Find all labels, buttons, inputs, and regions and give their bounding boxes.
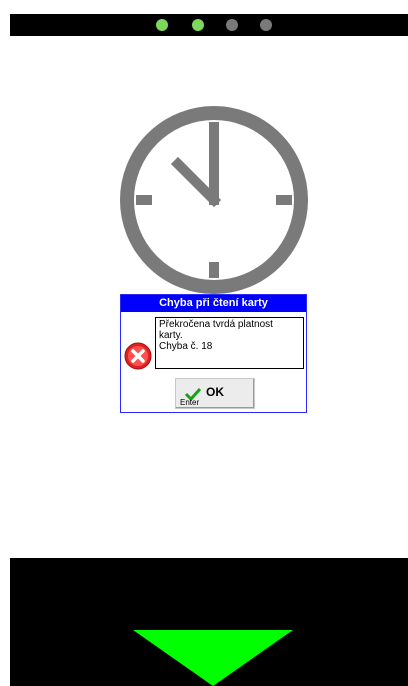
message-line: Překročena tvrdá platnost [159, 319, 273, 330]
message-line: karty. [159, 330, 183, 341]
step-progress-bar [10, 14, 408, 36]
error-message: Překročena tvrdá platnost karty. Chyba č… [155, 317, 304, 369]
step-indicator-4 [260, 19, 272, 31]
step-indicator-3 [226, 19, 238, 31]
error-code: Chyba č. 18 [159, 341, 213, 352]
error-icon [124, 342, 152, 370]
arrow-down-icon [133, 630, 293, 686]
clock-icon [120, 106, 308, 294]
step-indicator-1 [156, 19, 168, 31]
ok-shortcut-hint: Enter [180, 398, 200, 407]
step-indicator-2 [192, 19, 204, 31]
ok-button[interactable]: OK Enter [175, 378, 255, 409]
dialog-title: Chyba při čtení karty [121, 295, 306, 312]
ok-button-label: OK [206, 385, 224, 399]
bottom-panel [10, 558, 408, 686]
error-dialog: Chyba při čtení karty Překročena tvrdá p… [120, 294, 307, 413]
